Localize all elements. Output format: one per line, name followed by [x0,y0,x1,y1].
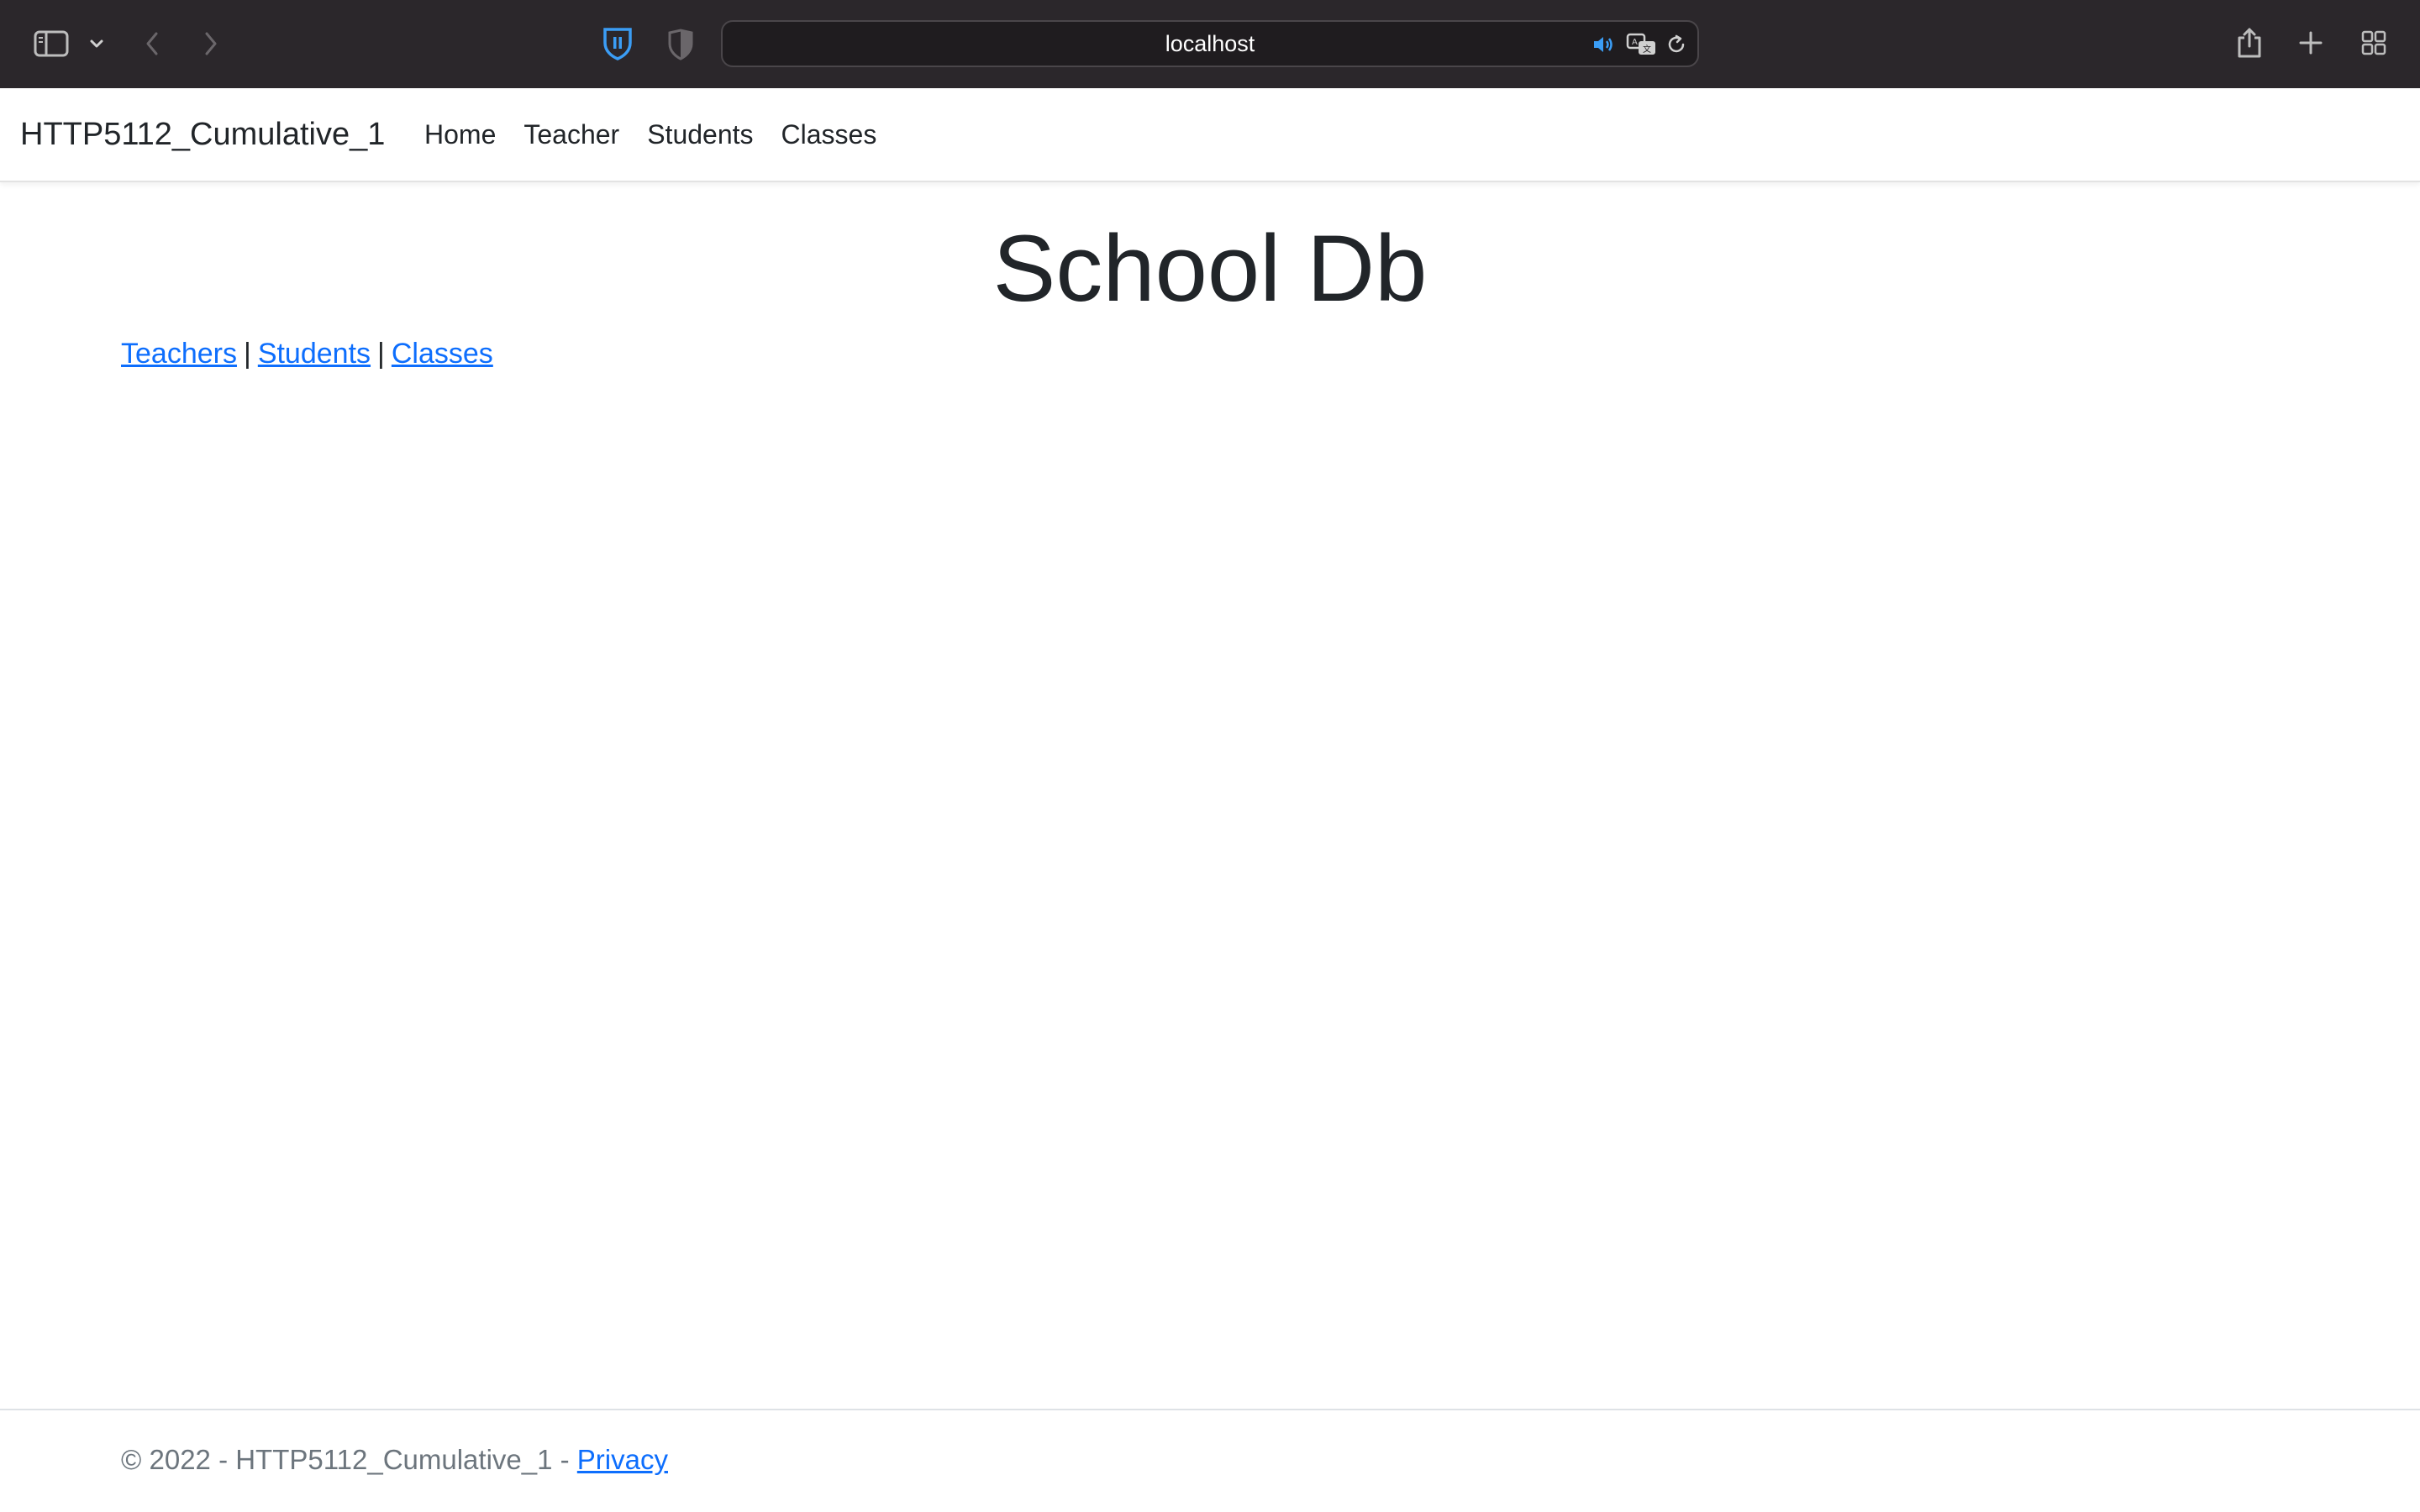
speaker-icon[interactable] [1591,34,1617,55]
site-navbar: HTTP5112_Cumulative_1 Home Teacher Stude… [0,88,2420,182]
site-footer: © 2022 - HTTP5112_Cumulative_1 - Privacy [0,1409,2420,1512]
footer-copyright: © 2022 - HTTP5112_Cumulative_1 - [121,1444,577,1475]
classes-link[interactable]: Classes [392,338,493,370]
new-tab-icon[interactable] [2296,27,2326,59]
chevron-down-icon[interactable] [84,32,109,55]
footer-text-row: © 2022 - HTTP5112_Cumulative_1 - Privacy [121,1444,668,1476]
link-separator: | [377,338,385,370]
browser-toolbar: localhost A 文 [0,0,2420,88]
nav-link-classes[interactable]: Classes [781,119,877,150]
nav-link-students[interactable]: Students [647,119,753,150]
address-bar[interactable]: localhost A 文 [721,20,1699,67]
tab-overview-icon[interactable] [2358,27,2390,59]
privacy-link[interactable]: Privacy [577,1444,668,1475]
bitwarden-shield-icon[interactable] [600,25,635,62]
page-title: School Db [992,216,1428,321]
navbar-links: Home Teacher Students Classes [424,88,904,181]
link-separator: | [243,338,251,370]
students-link[interactable]: Students [258,338,371,370]
nav-link-teacher[interactable]: Teacher [523,119,619,150]
svg-text:文: 文 [1643,44,1651,55]
sidebar-toggle-icon[interactable] [32,27,71,60]
url-text: localhost [1165,30,1255,56]
back-icon[interactable] [139,27,165,60]
reload-icon[interactable] [1664,33,1689,56]
forward-icon[interactable] [198,27,224,60]
teachers-link[interactable]: Teachers [121,338,237,370]
share-icon[interactable] [2233,24,2265,62]
section-links: Teachers | Students | Classes [121,338,493,370]
navbar-brand[interactable]: HTTP5112_Cumulative_1 [20,88,385,181]
svg-text:A: A [1632,38,1638,47]
nav-link-home[interactable]: Home [424,119,496,150]
translate-icon[interactable]: A 文 [1625,32,1659,57]
privacy-shield-icon[interactable] [664,27,697,62]
